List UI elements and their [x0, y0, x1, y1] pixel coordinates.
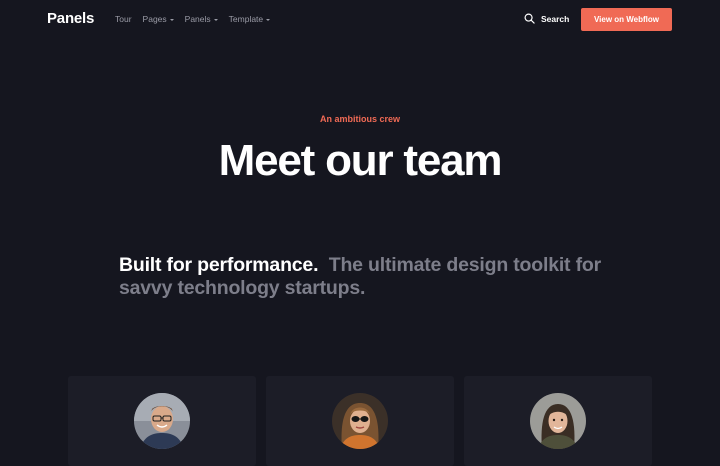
nav-link-pages[interactable]: Pages — [143, 14, 174, 24]
nav-link-label: Panels — [184, 14, 211, 24]
lead-strong: Built for performance. — [119, 254, 319, 276]
search-button[interactable]: Search — [524, 13, 569, 24]
nav-link-label: Template — [228, 14, 264, 24]
view-on-webflow-button[interactable]: View on Webflow — [581, 8, 672, 31]
nav-link-label: Tour — [115, 14, 132, 24]
avatar — [332, 393, 388, 449]
caret-down-icon — [266, 18, 271, 21]
search-label: Search — [541, 13, 570, 24]
search-icon — [524, 13, 535, 24]
page-title: Meet our team — [218, 136, 503, 185]
avatar-woman-sunglasses-icon — [332, 393, 388, 449]
nav-link-panels[interactable]: Panels — [185, 14, 218, 24]
nav-link-label: Pages — [142, 14, 167, 24]
nav-link-template[interactable]: Template — [229, 14, 271, 24]
avatar-man-glasses-icon — [134, 393, 190, 449]
caret-down-icon — [213, 18, 218, 21]
team-card[interactable] — [266, 376, 454, 466]
caret-down-icon — [169, 18, 174, 21]
avatar — [134, 393, 190, 449]
nav-link-tour[interactable]: Tour — [115, 14, 132, 24]
avatar-woman-dark-hair-icon — [530, 393, 586, 449]
team-card[interactable] — [68, 376, 256, 466]
avatar — [530, 393, 586, 449]
nav-links: Tour Pages Panels Template — [115, 14, 271, 24]
lead-text: Built for performance. The ultimate desi… — [119, 254, 609, 300]
team-cards — [68, 376, 652, 466]
team-card[interactable] — [464, 376, 652, 466]
logo[interactable]: Panels — [47, 10, 94, 27]
hero-eyebrow: An ambitious crew — [319, 114, 400, 124]
top-nav: Panels Tour Pages Panels Template Search… — [0, 0, 720, 40]
